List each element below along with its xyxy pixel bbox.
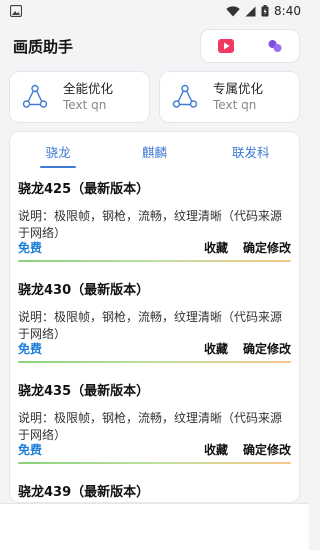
card-subtitle: Text qn (213, 98, 257, 112)
card-all-round-optimization[interactable]: 全能优化 Text qn (9, 71, 150, 123)
card-title: 全能优化 (63, 81, 114, 96)
more-button[interactable] (261, 32, 289, 60)
list-item: 骁龙439（最新版本） (18, 473, 291, 502)
item-title: 骁龙435（最新版本） (18, 384, 150, 399)
app-title: 画质助手 (13, 37, 74, 56)
play-button[interactable] (212, 32, 240, 60)
confirm-modify-button[interactable]: 确定修改 (243, 441, 291, 458)
favorite-button[interactable]: 收藏 (204, 239, 228, 256)
item-description: 说明：极限帧，钢枪，流畅，纹理清晰（代码来源于网络） (18, 411, 283, 442)
status-bar: 8:40 (0, 0, 309, 22)
config-list: 骁龙425（最新版本） 说明：极限帧，钢枪，流畅，纹理清晰（代码来源于网络） 免… (10, 170, 299, 502)
gradient-divider (18, 361, 291, 363)
play-icon (217, 39, 234, 53)
status-time: 8:40 (274, 4, 301, 18)
list-item: 骁龙425（最新版本） 说明：极限帧，钢枪，流畅，纹理清晰（代码来源于网络） 免… (18, 170, 291, 271)
favorite-button[interactable]: 收藏 (204, 441, 228, 458)
optimization-cards: 全能优化 Text qn 专属优化 Text qn (9, 71, 300, 123)
card-title: 专属优化 (213, 81, 264, 96)
list-item: 骁龙430（最新版本） 说明：极限帧，钢枪，流畅，纹理清晰（代码来源于网络） 免… (18, 271, 291, 372)
card-exclusive-optimization[interactable]: 专属优化 Text qn (159, 71, 300, 123)
gradient-divider (18, 260, 291, 262)
free-label: 免费 (18, 443, 43, 457)
item-description: 说明：极限帧，钢枪，流畅，纹理清晰（代码来源于网络） (18, 209, 283, 240)
confirm-modify-button[interactable]: 确定修改 (243, 340, 291, 357)
tab-kirin[interactable]: 麒麟 (119, 132, 189, 170)
list-item: 骁龙435（最新版本） 说明：极限帧，钢枪，流畅，纹理清晰（代码来源于网络） 免… (18, 372, 291, 473)
dots-icon (268, 40, 281, 52)
free-label: 免费 (18, 342, 43, 356)
header-action-capsule (200, 29, 300, 63)
share-nodes-icon (172, 84, 198, 108)
config-list-panel: 骁龙 麒麟 联发科 骁龙425（最新版本） 说明：极限帧，钢枪，流畅，纹理清晰（… (9, 131, 300, 503)
tab-mediatek[interactable]: 联发科 (216, 132, 286, 170)
item-title: 骁龙439（最新版本） (18, 485, 150, 500)
gallery-icon (9, 2, 23, 21)
wifi-icon (226, 2, 240, 21)
tab-snapdragon[interactable]: 骁龙 (23, 132, 93, 170)
item-title: 骁龙425（最新版本） (18, 182, 150, 197)
share-nodes-icon (22, 84, 48, 108)
chip-tabs: 骁龙 麒麟 联发科 (10, 132, 299, 170)
app-header: 画质助手 (0, 26, 309, 66)
free-label: 免费 (18, 241, 43, 255)
item-description: 说明：极限帧，钢枪，流畅，纹理清晰（代码来源于网络） (18, 310, 283, 341)
card-subtitle: Text qn (63, 98, 107, 112)
confirm-modify-button[interactable]: 确定修改 (243, 239, 291, 256)
gradient-divider (18, 462, 291, 464)
battery-icon (261, 2, 269, 21)
bottom-area (0, 503, 309, 550)
item-title: 骁龙430（最新版本） (18, 283, 150, 298)
bottom-divider (0, 503, 309, 504)
favorite-button[interactable]: 收藏 (204, 340, 228, 357)
status-right: 8:40 (226, 2, 301, 21)
signal-icon (245, 2, 256, 21)
